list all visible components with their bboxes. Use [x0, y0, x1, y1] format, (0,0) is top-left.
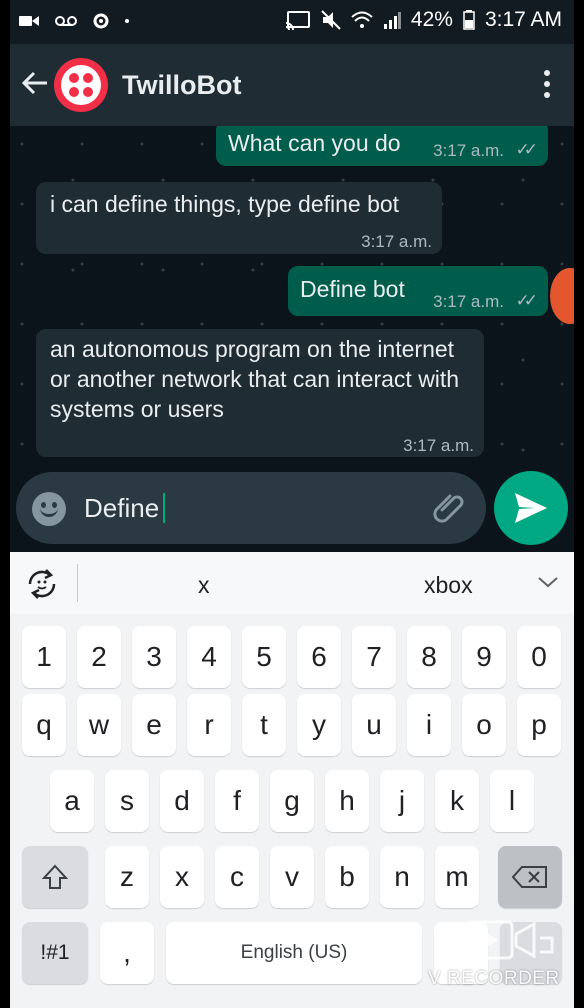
cast-icon: [285, 11, 310, 30]
key-k[interactable]: k: [435, 770, 479, 832]
key-v[interactable]: v: [270, 846, 314, 908]
voicemail-icon: [55, 16, 77, 26]
key-4[interactable]: 4: [187, 626, 231, 688]
message-time: 3:17 a.m.: [361, 232, 432, 251]
keyboard-mode-icon[interactable]: [24, 566, 60, 602]
key-x[interactable]: x: [160, 846, 204, 908]
letter-row-2: a s d f g h j k l: [10, 770, 574, 832]
key-g[interactable]: g: [270, 770, 314, 832]
composer-bar: Define: [10, 470, 574, 552]
backspace-icon: [512, 866, 547, 888]
key-j[interactable]: j: [380, 770, 424, 832]
message-input-text[interactable]: Define: [84, 493, 166, 524]
key-t[interactable]: t: [242, 694, 286, 756]
text-cursor: [163, 493, 166, 523]
key-p[interactable]: p: [517, 694, 561, 756]
wifi-icon: [351, 11, 373, 28]
video-recorder-icon: [466, 920, 554, 960]
message-bubble-outgoing[interactable]: Define bot 3:17 a.m. ✓✓: [288, 266, 548, 316]
key-f[interactable]: f: [215, 770, 259, 832]
send-icon: [515, 493, 547, 523]
phone-screen: 42% 3:17 AM TwilloBot What can you do 3:…: [10, 0, 574, 1008]
key-c[interactable]: c: [215, 846, 259, 908]
key-h[interactable]: h: [325, 770, 369, 832]
key-0[interactable]: 0: [517, 626, 561, 688]
key-a[interactable]: a: [50, 770, 94, 832]
emoji-icon[interactable]: [32, 492, 66, 526]
comma-key[interactable]: ,: [100, 922, 154, 984]
key-u[interactable]: u: [352, 694, 396, 756]
send-button[interactable]: [494, 471, 568, 545]
status-right-icons: 42% 3:17 AM: [285, 8, 562, 32]
video-camera-icon: [19, 16, 39, 26]
key-2[interactable]: 2: [77, 626, 121, 688]
key-m[interactable]: m: [435, 846, 479, 908]
battery-percent: 42%: [410, 8, 453, 31]
key-3[interactable]: 3: [132, 626, 176, 688]
back-arrow-icon[interactable]: [20, 68, 50, 98]
mute-icon: [321, 10, 341, 30]
chevron-down-icon[interactable]: [536, 572, 560, 592]
backspace-key[interactable]: [498, 846, 562, 908]
key-z[interactable]: z: [105, 846, 149, 908]
chat-header: TwilloBot: [10, 44, 574, 126]
suggestion-1[interactable]: x: [198, 572, 210, 599]
suggestion-separator: [77, 564, 78, 602]
more-options-icon[interactable]: [544, 70, 552, 100]
read-receipt-icon: ✓✓: [515, 291, 538, 310]
message-time: 3:17 a.m.: [403, 436, 474, 455]
number-row: 1 2 3 4 5 6 7 8 9 0: [10, 626, 574, 688]
message-time: 3:17 a.m.: [433, 141, 504, 160]
message-bubble-incoming[interactable]: i can define things, type define bot 3:1…: [36, 182, 442, 254]
dot-icon: [125, 19, 129, 23]
suggestion-bar: x xbox: [10, 552, 574, 614]
key-o[interactable]: o: [462, 694, 506, 756]
recorder-watermark: V RECORDER: [428, 916, 574, 996]
contact-avatar[interactable]: [54, 58, 108, 112]
key-d[interactable]: d: [160, 770, 204, 832]
key-5[interactable]: 5: [242, 626, 286, 688]
read-receipt-icon: ✓✓: [515, 140, 538, 159]
status-left-icons: [18, 12, 130, 30]
key-7[interactable]: 7: [352, 626, 396, 688]
status-time: 3:17 AM: [484, 8, 562, 31]
key-1[interactable]: 1: [22, 626, 66, 688]
suggestion-2[interactable]: xbox: [424, 572, 473, 599]
battery-icon: [463, 10, 475, 30]
key-9[interactable]: 9: [462, 626, 506, 688]
key-r[interactable]: r: [187, 694, 231, 756]
settings-gear-icon: [93, 13, 109, 29]
message-time: 3:17 a.m.: [433, 292, 504, 311]
letter-row-1: q w e r t y u i o p: [10, 694, 574, 756]
key-y[interactable]: y: [297, 694, 341, 756]
key-6[interactable]: 6: [297, 626, 341, 688]
message-bubble-incoming[interactable]: an autonomous program on the internet or…: [36, 329, 484, 457]
key-i[interactable]: i: [407, 694, 451, 756]
message-text: i can define things, type define bot: [50, 191, 400, 217]
attach-paperclip-icon[interactable]: [432, 490, 468, 526]
contact-name[interactable]: TwilloBot: [122, 70, 241, 101]
letter-row-3: z x c v b n m: [10, 846, 574, 908]
key-n[interactable]: n: [380, 846, 424, 908]
key-b[interactable]: b: [325, 846, 369, 908]
key-e[interactable]: e: [132, 694, 176, 756]
message-bubble-outgoing[interactable]: What can you do 3:17 a.m. ✓✓: [216, 126, 548, 166]
shift-key[interactable]: [22, 846, 88, 908]
signal-icon: [383, 12, 401, 29]
watermark-text: V RECORDER: [428, 968, 560, 989]
message-input[interactable]: Define: [16, 472, 486, 544]
symbols-key[interactable]: !#1: [22, 922, 88, 984]
status-bar: 42% 3:17 AM: [10, 0, 574, 44]
key-q[interactable]: q: [22, 694, 66, 756]
key-s[interactable]: s: [105, 770, 149, 832]
shift-icon: [41, 864, 69, 889]
key-l[interactable]: l: [490, 770, 534, 832]
message-text: What can you do: [228, 130, 401, 156]
key-w[interactable]: w: [77, 694, 121, 756]
space-bar[interactable]: English (US): [166, 922, 422, 984]
message-text: Define bot: [300, 276, 405, 302]
key-8[interactable]: 8: [407, 626, 451, 688]
message-text: an autonomous program on the internet or…: [50, 336, 460, 422]
